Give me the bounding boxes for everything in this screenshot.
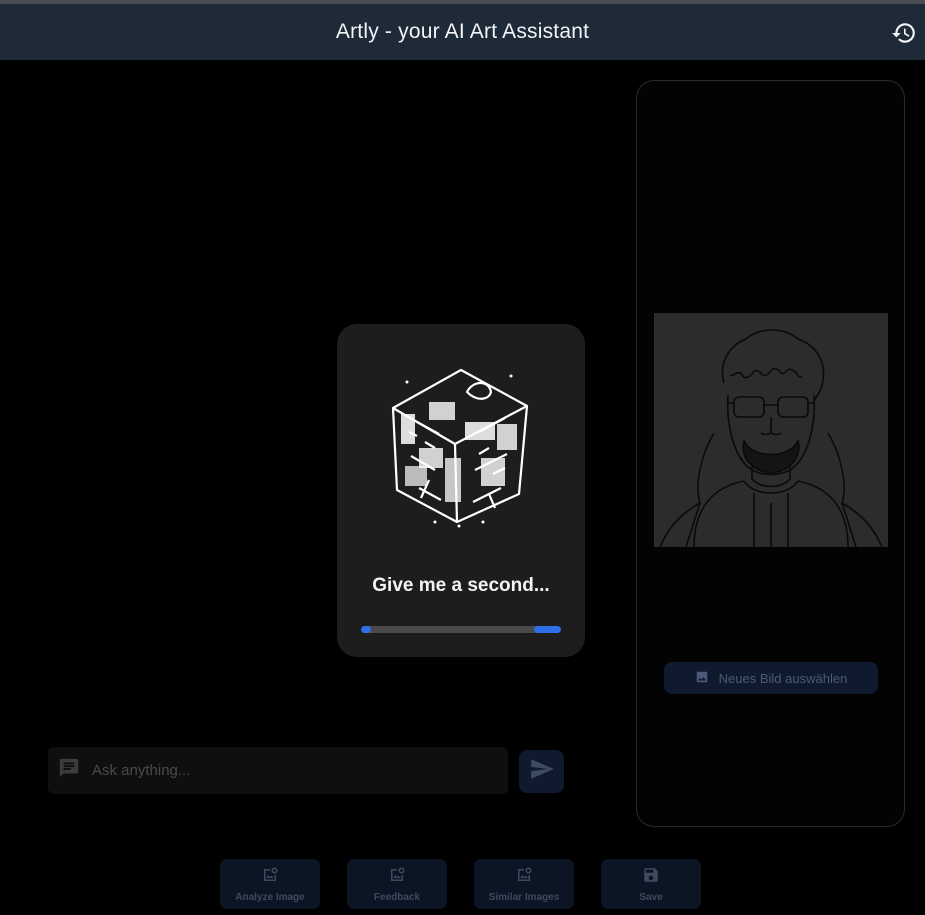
image-search-icon [261, 866, 279, 889]
similar-images-label: Similar Images [488, 891, 560, 903]
similar-images-button[interactable]: Similar Images [474, 859, 574, 909]
chat-input-container [48, 747, 508, 794]
analyze-image-button[interactable]: Analyze Image [220, 859, 320, 909]
send-button[interactable] [519, 750, 564, 793]
uploaded-image-preview [654, 313, 888, 547]
save-label: Save [639, 891, 663, 903]
loading-animation [389, 362, 533, 530]
portrait-lineart [654, 313, 888, 547]
image-panel: Neues Bild auswählen [636, 80, 905, 827]
save-icon [642, 866, 660, 889]
loading-progress-bar [361, 626, 561, 633]
app-header: Artly - your AI Art Assistant [0, 4, 925, 60]
history-icon[interactable] [891, 20, 917, 46]
chat-input[interactable] [92, 762, 472, 779]
select-new-image-label: Neues Bild auswählen [718, 670, 848, 686]
progress-indicator-end [534, 626, 561, 633]
feedback-label: Feedback [373, 891, 421, 903]
analyze-image-label: Analyze Image [235, 891, 305, 903]
image-feedback-icon [388, 866, 406, 889]
image-icon [695, 670, 709, 687]
app-title: Artly - your AI Art Assistant [335, 20, 590, 43]
save-button[interactable]: Save [601, 859, 701, 909]
progress-indicator-start [361, 626, 371, 633]
feedback-button[interactable]: Feedback [347, 859, 447, 909]
action-bar: Analyze Image Feedback Similar Images Sa… [220, 859, 701, 909]
loading-dialog: Give me a second... [337, 324, 585, 657]
image-search-icon [515, 866, 533, 889]
send-icon [529, 756, 555, 787]
select-new-image-button[interactable]: Neues Bild auswählen [664, 662, 878, 694]
chat-bubble-icon [58, 757, 80, 784]
loading-message: Give me a second... [372, 575, 550, 596]
